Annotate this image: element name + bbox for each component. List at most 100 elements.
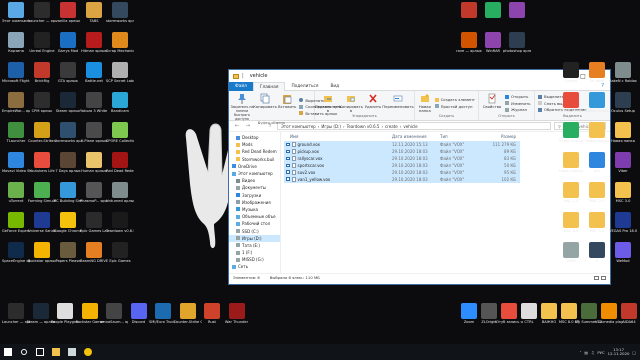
desktop-icon-left-31[interactable]: Farming Simulator (28, 182, 56, 210)
desktop-icon-right-16[interactable]: ark (584, 152, 610, 180)
nav-item[interactable]: Игры (D:) (229, 234, 280, 242)
desktop-icon-right-9[interactable]: Roblox ярлык (558, 92, 584, 120)
details-view-icon[interactable] (594, 275, 599, 280)
nav-item[interactable]: Документы (229, 184, 280, 191)
desktop-icon-bottom-0[interactable]: Launcher — ярлык (2, 303, 30, 331)
desktop-icon-right-21[interactable]: MSC 4.0 (558, 212, 584, 240)
nav-item[interactable]: Видео (229, 177, 280, 184)
clock[interactable]: 13:17 12.11.2020 (608, 347, 630, 357)
nav-item[interactable]: Stormworks.buil (229, 156, 280, 163)
desktop-icon-right-2[interactable] (504, 2, 530, 30)
desktop-icon-left-44[interactable]: Epic Games (107, 242, 133, 270)
desktop-icon-bottom-4[interactable]: amnaSaum... ярлык (100, 303, 128, 331)
desktop-icon-left-24[interactable]: SPORE Collection (106, 122, 134, 150)
column-size[interactable]: Размер (480, 134, 520, 139)
new-item-button[interactable]: Создать элемент (434, 97, 475, 102)
taskbar-task-view-button[interactable] (32, 344, 48, 360)
desktop-icon-right-22[interactable]: MSC 5.0 (584, 212, 610, 240)
network-icon[interactable]: ▤ (584, 350, 588, 355)
file-row[interactable]: suv2.vox 29.10.2020 18:03 Файл "VOX" 95 КБ (284, 168, 520, 176)
desktop-icon-right-7[interactable]: Mi Note (584, 62, 610, 90)
file-row[interactable]: sportscar.vox 29.10.2020 18:03 Файл "VOX" 5… (284, 161, 520, 169)
taskbar-start-button[interactable] (0, 344, 16, 360)
desktop-icon-left-29[interactable]: Red Dead Redemption (106, 152, 134, 180)
volume-icon[interactable]: ♫ (591, 350, 594, 355)
large-icons-view-icon[interactable] (601, 275, 606, 280)
desktop-icon-bottom-9[interactable]: War Thunder (224, 303, 250, 331)
desktop-icon-right-4[interactable]: WinRAR (480, 32, 506, 60)
file-row[interactable]: van1_yellow.vox 29.10.2020 18:03 Файл "VOX… (284, 175, 520, 183)
desktop-icon-left-12[interactable]: GTA ярлык (55, 62, 81, 90)
desktop-icon-left-28[interactable]: Human ярлык (81, 152, 107, 180)
rename-button[interactable]: Переименовать (382, 92, 414, 114)
desktop-icon-left-10[interactable]: Microsoft Flight Si... (2, 62, 30, 90)
nav-item[interactable]: Музыка (229, 206, 280, 213)
desktop-icon-right-5[interactable]: photoshop ярлык (503, 32, 531, 60)
open-button[interactable]: Открыть (505, 94, 530, 99)
desktop-icon-right-0[interactable] (456, 2, 482, 30)
desktop-icon-left-25[interactable]: Movavi Video Suite (2, 152, 30, 180)
delete-button[interactable]: Удалить (364, 92, 382, 114)
copy-to-button[interactable]: Копировать в (339, 92, 363, 114)
desktop-icon-left-2[interactable]: vanilla ярлык (55, 2, 81, 30)
checkbox-icon[interactable] (286, 163, 290, 167)
desktop-icon-left-36[interactable]: Universe Sandbox (28, 212, 56, 240)
breadcrumb-2[interactable]: Teardown v0.6.5 (347, 124, 380, 129)
nav-item[interactable]: Рабочий стол (229, 220, 280, 227)
taskbar-search-button[interactable] (16, 344, 32, 360)
nav-item[interactable]: MISSD (G:) (229, 256, 280, 263)
move-to-button[interactable]: Переместить в (315, 92, 341, 114)
checkbox-icon[interactable] (286, 142, 290, 147)
nav-item[interactable]: Изображения (229, 199, 280, 206)
taskbar-steam-button[interactable] (64, 344, 80, 360)
nav-item[interactable]: Этот компьютер (229, 170, 280, 177)
checkbox-icon[interactable] (286, 149, 290, 154)
desktop-icon-right-18[interactable]: MSC 1.0 (558, 182, 584, 210)
new-folder-button[interactable]: Новая папка (418, 92, 432, 114)
desktop-icon-right-13[interactable]: Новая папка (584, 122, 610, 150)
desktop-icon-right-23[interactable]: VEGAS Pro 18.0 (609, 212, 637, 240)
column-type[interactable]: Тип (440, 134, 480, 139)
desktop-icon-right-19[interactable]: MSC 2.0 (584, 182, 610, 210)
breadcrumb-4[interactable]: vehicle (403, 124, 417, 129)
desktop-icon-bottom-right-8[interactable]: AIDA64 (616, 303, 640, 331)
desktop-icon-left-33[interactable]: PhasmoP... ярлык (80, 182, 108, 210)
easy-access-button[interactable]: Простой доступ (434, 104, 475, 109)
file-row[interactable]: pickup.vox 29.10.2020 18:03 Файл "VOX" 89 К… (284, 147, 520, 155)
desktop-icon-bottom-7[interactable]: Counter-Strike Global (174, 303, 202, 331)
tab-file[interactable]: Файл (229, 81, 253, 91)
desktop-icon-left-39[interactable]: Teardown v0.6.5 (106, 212, 134, 240)
nav-item[interactable]: Загрузки (229, 192, 280, 199)
nav-item[interactable]: Desktop (229, 134, 280, 141)
tab-home[interactable]: Главная (252, 81, 286, 91)
desktop-icon-left-11[interactable]: BrickRig (29, 62, 55, 90)
desktop-icon-left-37[interactable]: Google Chrome (54, 212, 82, 240)
explorer-window[interactable]: | vehicle – □ ✕ Файл Главная Поделиться … (229, 70, 610, 284)
quick-access-toolbar[interactable]: | (233, 73, 244, 79)
desktop-icon-bottom-3[interactable]: Rockstar Games (76, 303, 104, 331)
desktop-icon-right-3[interactable]: rave — ярлык (456, 32, 482, 60)
desktop-icon-left-20[interactable]: TLauncher (3, 122, 29, 150)
desktop-icon-left-22[interactable]: stormworks ярлык (54, 122, 82, 150)
desktop-icon-right-17[interactable]: Viber (610, 152, 636, 180)
desktop-icon-left-7[interactable]: Garrys Mod (55, 32, 81, 60)
desktop-icon-left-30[interactable]: uTorrent (3, 182, 29, 210)
tab-view[interactable]: Вид (324, 82, 345, 91)
nav-item[interactable]: SSD (C:) (229, 227, 280, 234)
desktop-icon-left-9[interactable]: Scrap Mechanic (106, 32, 134, 60)
checkbox-icon[interactable] (286, 170, 290, 174)
desktop-icon-left-5[interactable]: Корзина (3, 32, 29, 60)
desktop-icon-right-6[interactable]: Unreal (558, 62, 584, 90)
file-row[interactable]: ground.vox 12.11.2020 15:13 Файл "VOX" 111 … (284, 141, 520, 148)
column-name[interactable]: Имя (284, 134, 392, 139)
desktop-icon-left-16[interactable]: CPM ярлык (29, 92, 55, 120)
desktop-icon-bottom-6[interactable]: SMI/Euro Truck Sim... (149, 303, 177, 331)
desktop-icon-left-8[interactable]: Hitman ярлык (81, 32, 107, 60)
desktop-icon-left-1[interactable]: Launcher — ярлык (28, 2, 56, 30)
desktop-icon-right-24[interactable]: PCIM (558, 242, 584, 270)
desktop-icon-left-19[interactable]: Bandicam (107, 92, 133, 120)
desktop-icon-left-4[interactable]: stormworks ярлык (106, 2, 134, 30)
desktop-icon-left-40[interactable]: SpaceEngine ярлык (2, 242, 30, 270)
nav-item[interactable]: Mods (229, 141, 280, 148)
desktop-icon-left-41[interactable]: Rockstar ярлык (28, 242, 56, 270)
